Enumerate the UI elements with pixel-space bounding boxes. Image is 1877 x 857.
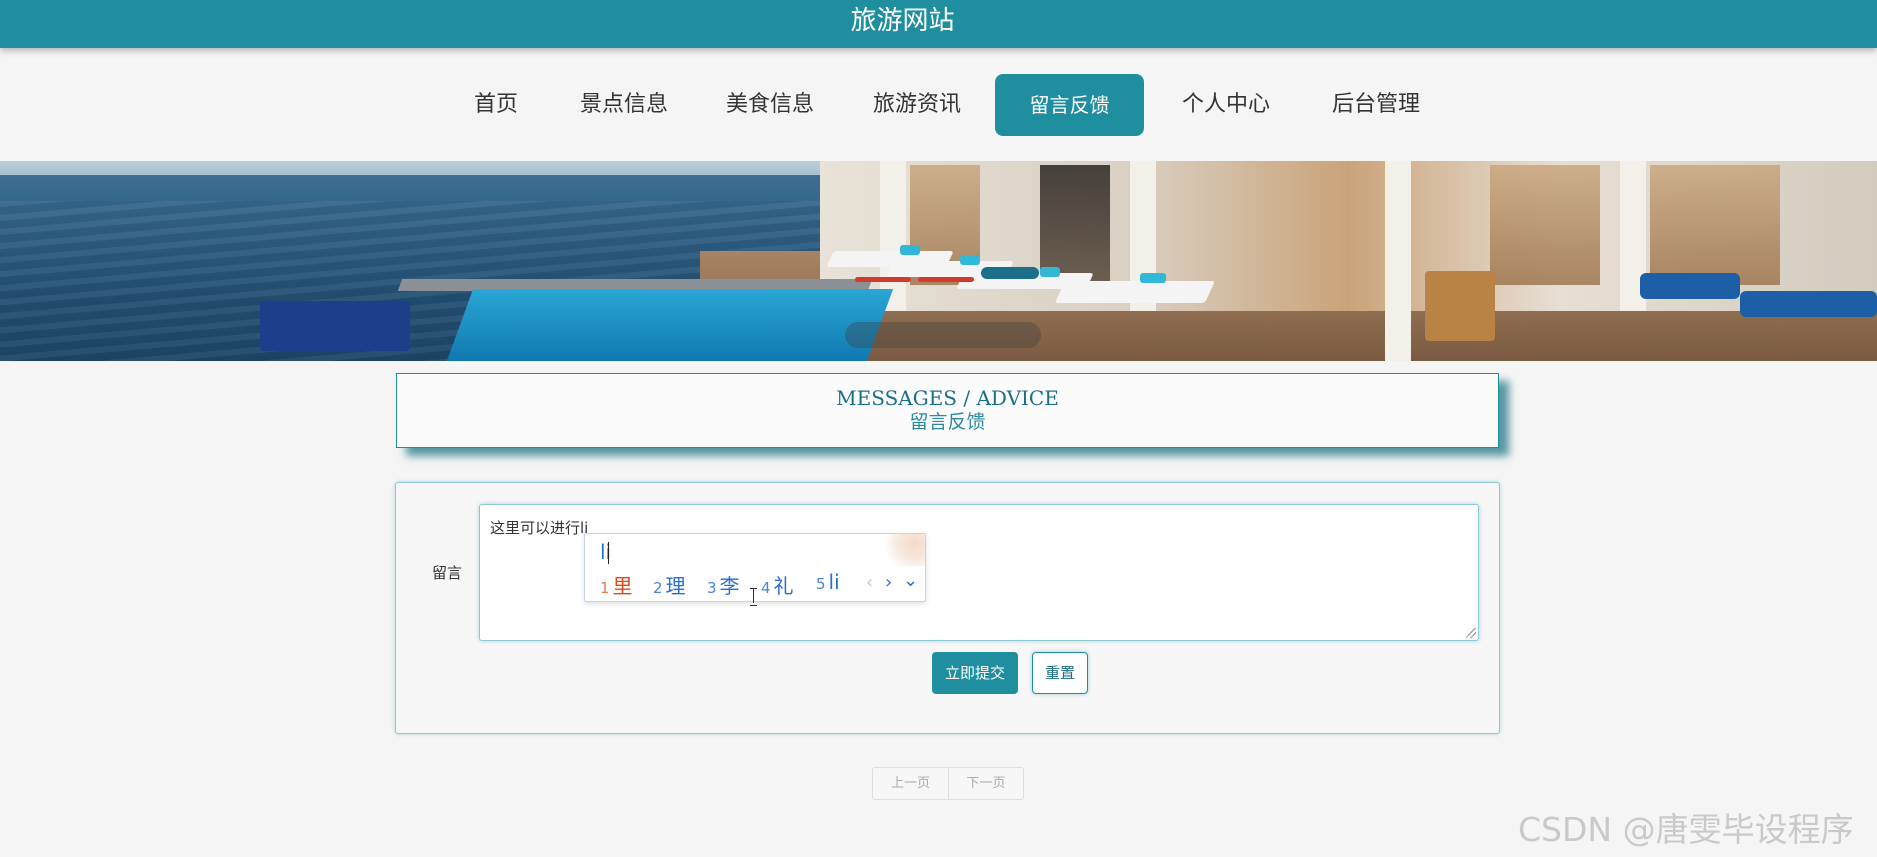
chevron-down-icon[interactable]: ⌄ [903,570,918,591]
chevron-right-icon[interactable]: › [885,572,892,593]
nav-item-food[interactable]: 美食信息 [720,74,820,136]
ime-candidate-1[interactable]: 1里 [600,570,633,599]
watermark: CSDN @唐雯毕设程序 [1518,810,1854,849]
nav-item-attractions[interactable]: 景点信息 [574,74,674,136]
section-title-en: MESSAGES / ADVICE [836,386,1059,410]
section-header: MESSAGES / ADVICE 留言反馈 [396,373,1499,448]
ime-candidate-3[interactable]: 3李 [707,570,740,599]
carousel-dot-2[interactable] [918,277,974,282]
ime-candidate-2[interactable]: 2理 [653,570,686,599]
section-title-cn: 留言反馈 [909,411,986,433]
next-page-button[interactable]: 下一页 [948,768,1023,799]
nav-item-personal-center[interactable]: 个人中心 [1176,74,1276,136]
hero-carousel[interactable] [0,161,1877,361]
reset-button[interactable]: 重置 [1032,652,1088,694]
ime-composition-text: li [600,540,612,564]
banner-chair [1425,271,1495,341]
text-cursor-icon [750,588,758,606]
carousel-indicator [845,322,1041,348]
ime-candidate-4[interactable]: 4礼 [761,570,794,599]
submit-button[interactable]: 立即提交 [932,652,1018,694]
banner-sofa [260,301,410,351]
ime-caret [608,542,609,564]
banner-pool [446,289,894,361]
nav-item-admin[interactable]: 后台管理 [1326,74,1426,136]
site-title: 旅游网站 [850,6,955,36]
carousel-dot-1[interactable] [855,277,911,282]
ime-skin-decoration [873,534,925,566]
carousel-dot-3-active[interactable] [981,267,1039,279]
prev-page-button[interactable]: 上一页 [873,768,948,799]
ime-candidate-5[interactable]: 5 li [816,570,840,594]
chevron-left-icon[interactable]: ‹ [866,572,873,593]
nav-item-messages[interactable]: 留言反馈 [995,74,1144,136]
nav-item-travel-news[interactable]: 旅游资讯 [867,74,967,136]
message-label: 留言 [432,564,463,582]
textarea-resize-handle[interactable] [1466,628,1476,638]
pagination: 上一页 下一页 [872,767,1024,800]
nav-item-home[interactable]: 首页 [466,74,526,136]
main-nav: 首页 景点信息 美食信息 旅游资讯 留言反馈 个人中心 后台管理 [0,74,1877,136]
top-header-bar: 旅游网站 [0,0,1877,48]
